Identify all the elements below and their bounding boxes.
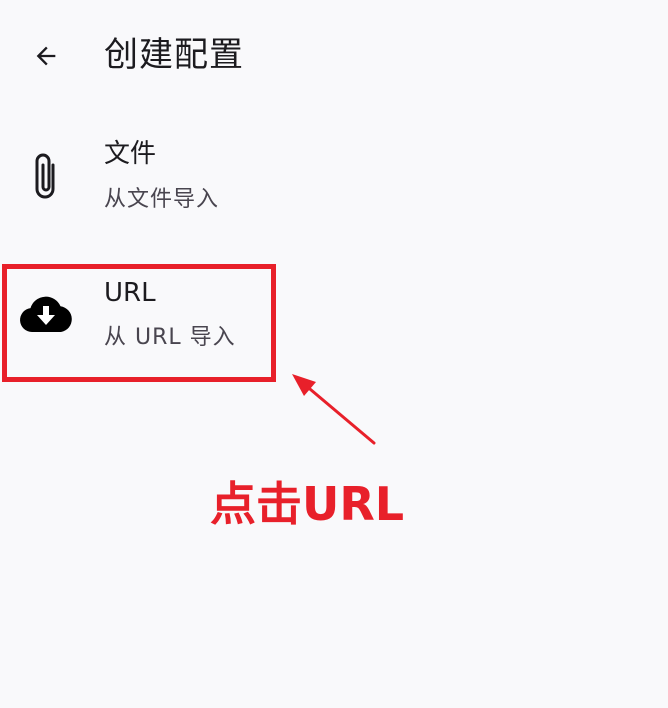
app-bar: 创建配置 bbox=[0, 0, 668, 112]
arrow-back-icon bbox=[36, 46, 56, 66]
annotation-label: 点击URL bbox=[210, 477, 405, 531]
option-file-label: 文件 bbox=[104, 139, 157, 169]
option-file-sublabel: 从文件导入 bbox=[104, 187, 220, 212]
option-url-label: URL bbox=[104, 278, 156, 308]
paperclip-icon bbox=[24, 150, 68, 204]
back-button[interactable] bbox=[22, 34, 70, 78]
cloud-download-icon bbox=[16, 292, 76, 336]
option-file[interactable]: 文件 从文件导入 bbox=[0, 124, 668, 234]
option-url-sublabel: 从 URL 导入 bbox=[104, 325, 236, 350]
page-title: 创建配置 bbox=[104, 35, 244, 75]
option-url[interactable]: URL 从 URL 导入 bbox=[0, 262, 668, 378]
